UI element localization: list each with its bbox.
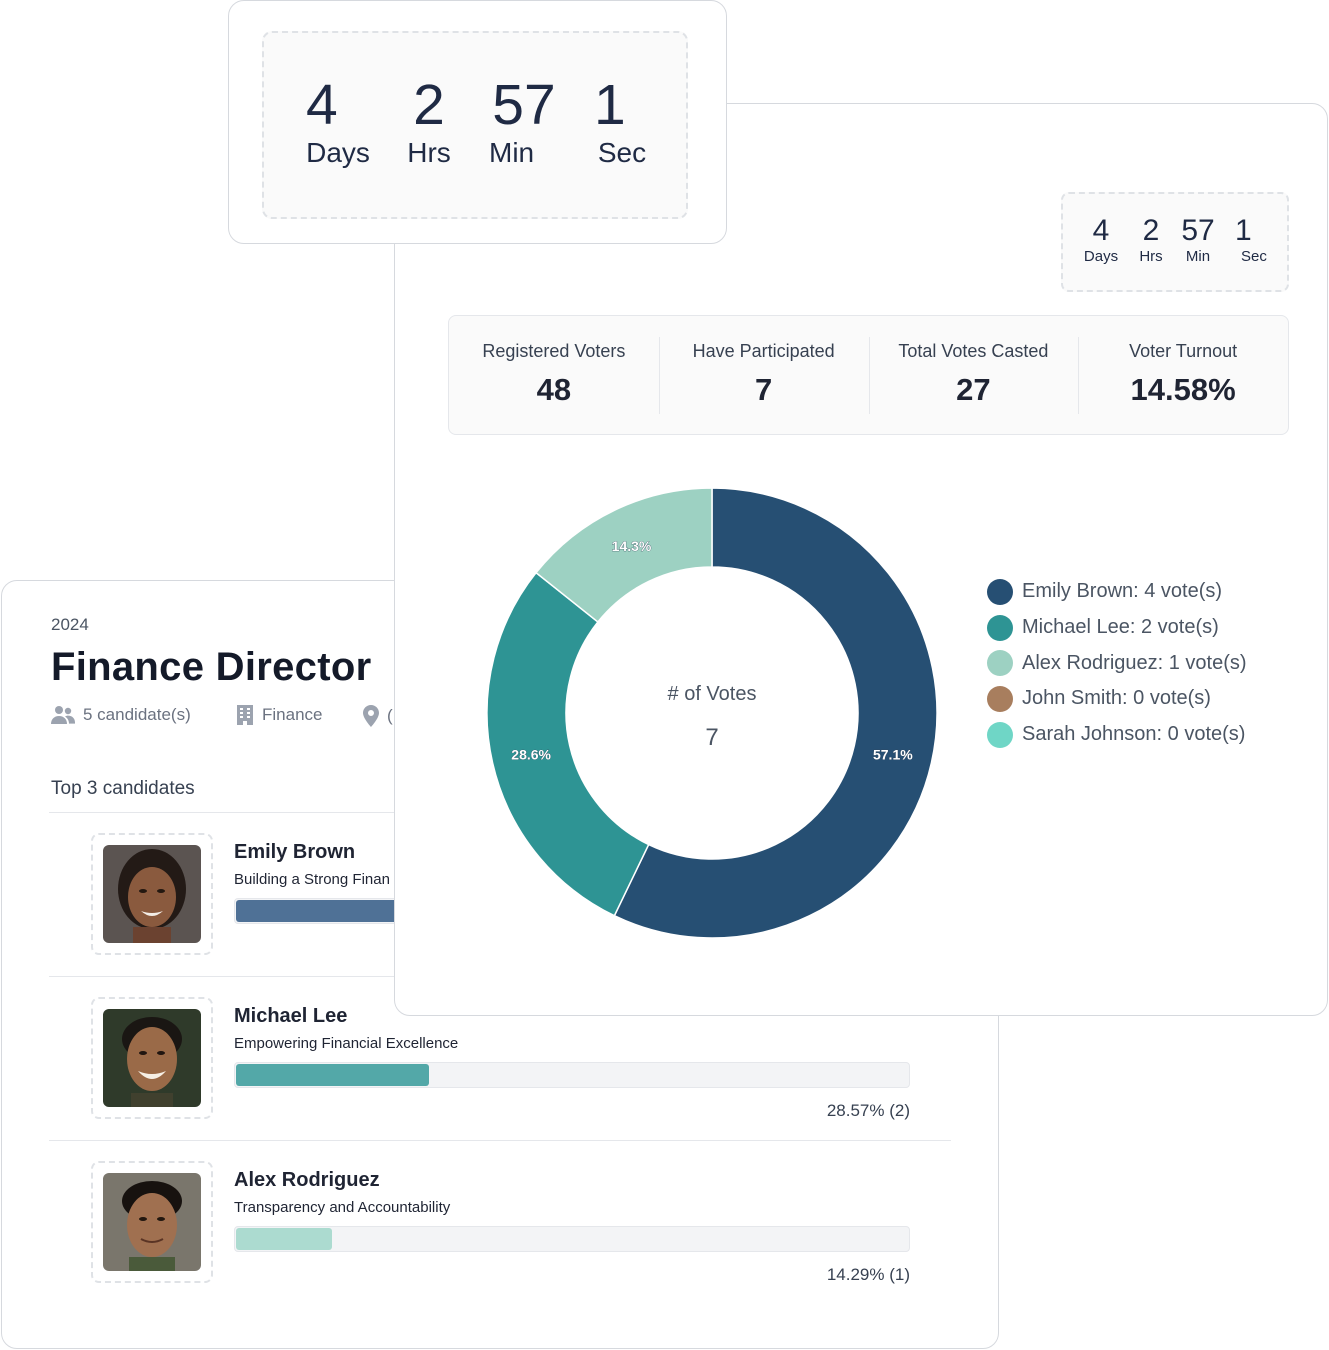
department-meta: Finance: [236, 705, 322, 725]
map-pin-icon: [363, 705, 379, 727]
donut-slice-label: 57.1%: [873, 746, 913, 762]
stat-total-votes: Total Votes Casted 27: [868, 316, 1079, 434]
countdown-timer-small: 4 Days 2 Hrs 57 Min 1 Sec: [1061, 192, 1289, 292]
legend-item[interactable]: Emily Brown: 4 vote(s): [987, 574, 1247, 610]
vote-progress-fill: [236, 1228, 333, 1250]
candidate-name: Alex Rodriguez: [234, 1169, 380, 1191]
legend-item[interactable]: John Smith: 0 vote(s): [987, 681, 1247, 717]
countdown-minutes: 57 Min: [489, 73, 556, 168]
legend-label: Emily Brown: 4 vote(s): [1022, 580, 1223, 603]
legend-swatch: [987, 614, 1013, 641]
candidate-slogan: Transparency and Accountability: [234, 1199, 451, 1216]
countdown-minutes: 57 Min: [1181, 214, 1215, 265]
legend-swatch: [987, 685, 1013, 712]
countdown-card: 4 Days 2 Hrs 57 Min 1 Sec: [228, 0, 727, 244]
donut-slice-label: 28.6%: [511, 746, 551, 762]
position-year: 2024: [51, 615, 89, 634]
legend-swatch: [987, 721, 1013, 748]
users-icon: [51, 706, 75, 724]
vote-progress-bar: [234, 1062, 910, 1088]
position-title: Finance Director: [51, 645, 372, 689]
location-meta: (: [363, 705, 393, 727]
legend-item[interactable]: Sarah Johnson: 0 vote(s): [987, 717, 1247, 753]
countdown-days: 4 Days: [306, 73, 370, 168]
candidate-count: 5 candidate(s): [83, 705, 191, 724]
candidate-count-meta: 5 candidate(s): [51, 705, 191, 725]
countdown-days: 4 Days: [1083, 214, 1119, 265]
stat-registered-voters: Registered Voters 48: [482, 341, 626, 407]
countdown-seconds: 1 Sec: [1235, 214, 1267, 265]
building-icon: [237, 705, 253, 725]
candidate-name: Emily Brown: [234, 841, 356, 863]
top-candidates-label: Top 3 candidates: [51, 778, 195, 799]
legend-label: Michael Lee: 2 vote(s): [1022, 616, 1219, 639]
vote-progress-fill: [236, 1064, 429, 1086]
candidate-photo: [103, 1009, 201, 1107]
candidate-slogan: Empowering Financial Excellence: [234, 1035, 459, 1052]
countdown-hours: 2 Hrs: [1139, 214, 1163, 265]
legend-swatch: [987, 578, 1013, 605]
votes-donut-chart: 57.1% 28.6% 14.3% # of Votes 7: [486, 487, 938, 939]
voting-stats-panel: Registered Voters 48 Have Participated 7…: [448, 315, 1289, 435]
vote-percent-label: 14.29% (1): [826, 1265, 910, 1284]
vote-progress-bar: [234, 1226, 910, 1252]
legend-item[interactable]: Michael Lee: 2 vote(s): [987, 610, 1247, 646]
department-name: Finance: [262, 705, 323, 724]
donut-slice-michael-lee[interactable]: [486, 571, 650, 917]
candidate-photo-frame: [91, 997, 213, 1119]
countdown-hours: 2 Hrs: [407, 73, 451, 168]
countdown-timer-large: 4 Days 2 Hrs 57 Min 1 Sec: [262, 31, 688, 219]
candidate-slogan: Building a Strong Finan: [234, 871, 390, 888]
donut-slice-label: 14.3%: [612, 538, 652, 554]
stat-have-participated: Have Participated 7: [658, 316, 869, 434]
candidate-name: Michael Lee: [234, 1005, 348, 1027]
legend-label: Alex Rodriguez: 1 vote(s): [1022, 651, 1247, 674]
location-text: (: [387, 706, 393, 725]
donut-center-value: 7: [705, 724, 718, 751]
legend-swatch: [987, 650, 1013, 677]
candidate-photo: [103, 1173, 201, 1271]
candidate-photo: [103, 845, 201, 943]
chart-legend: Emily Brown: 4 vote(s) Michael Lee: 2 vo…: [987, 574, 1247, 752]
legend-item[interactable]: Alex Rodriguez: 1 vote(s): [987, 645, 1247, 681]
donut-center-label: # of Votes: [668, 683, 757, 705]
vote-percent-label: 28.57% (2): [826, 1101, 910, 1120]
candidate-row-alex-rodriguez[interactable]: Alex Rodriguez Transparency and Accounta…: [49, 1141, 951, 1304]
countdown-seconds: 1 Sec: [594, 73, 647, 168]
legend-label: John Smith: 0 vote(s): [1022, 687, 1211, 710]
legend-label: Sarah Johnson: 0 vote(s): [1022, 723, 1246, 746]
stat-voter-turnout: Voter Turnout 14.58%: [1078, 316, 1288, 434]
candidate-photo-frame: [91, 1161, 213, 1283]
candidate-photo-frame: [91, 833, 213, 955]
